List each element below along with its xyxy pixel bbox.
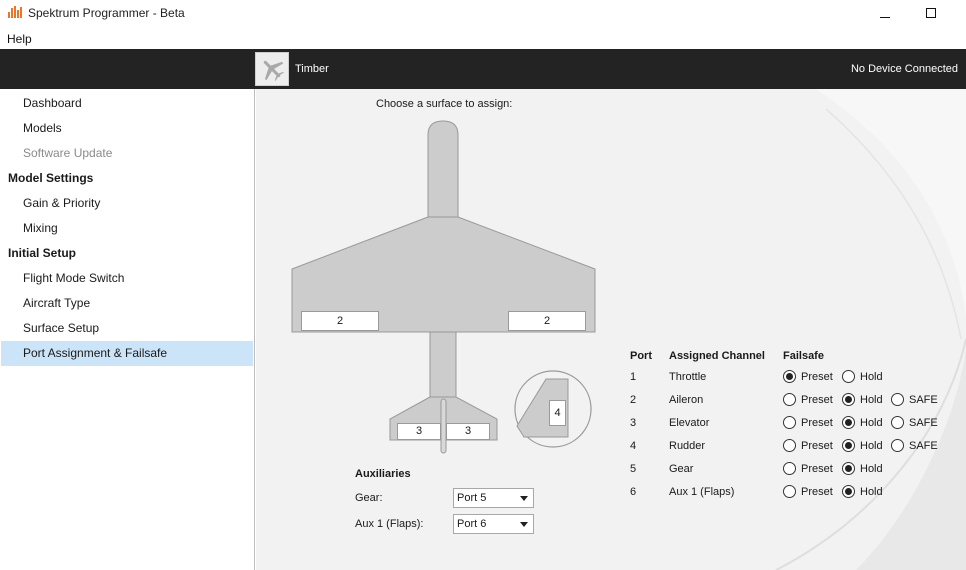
failsafe-safe-label: SAFE — [909, 394, 938, 406]
chevron-down-icon — [520, 522, 528, 527]
device-status: No Device Connected — [850, 63, 958, 75]
sidebar-item-port-assignment[interactable]: Port Assignment & Failsafe — [1, 341, 253, 366]
failsafe-hold-radio[interactable] — [842, 485, 855, 498]
airplane-diagram — [291, 120, 596, 454]
failsafe-preset-radio[interactable] — [783, 485, 796, 498]
port-number: 6 — [630, 486, 637, 498]
sidebar-nav: Dashboard Models Software Update Model S… — [0, 89, 255, 570]
failsafe-preset-radio[interactable] — [783, 393, 796, 406]
sidebar-item-mixing[interactable]: Mixing — [0, 216, 253, 241]
model-name: Timber — [295, 63, 329, 75]
port-number: 2 — [630, 394, 637, 406]
rudder-box[interactable]: 4 — [549, 400, 566, 426]
right-aileron-box[interactable]: 2 — [508, 311, 586, 331]
failsafe-preset-radio[interactable] — [783, 416, 796, 429]
assigned-channel: Gear — [669, 463, 694, 475]
aux-flaps-value: Port 6 — [457, 518, 487, 530]
sidebar-item-software-update: Software Update — [23, 146, 113, 160]
sidebar-item-dashboard[interactable]: Dashboard — [0, 91, 253, 116]
header-port: Port — [630, 350, 652, 362]
port-number: 3 — [630, 417, 637, 429]
port-number: 4 — [630, 440, 637, 452]
aux-flaps-label: Aux 1 (Flaps): — [355, 518, 424, 530]
failsafe-preset-label: Preset — [801, 394, 833, 406]
aux-gear-label: Gear: — [355, 492, 383, 504]
failsafe-safe-radio[interactable] — [891, 393, 904, 406]
left-aileron-box[interactable]: 2 — [301, 311, 379, 331]
title-bar: Spektrum Programmer - Beta — [0, 0, 966, 28]
failsafe-preset-radio[interactable] — [783, 439, 796, 452]
failsafe-hold-label: Hold — [860, 486, 883, 498]
failsafe-safe-label: SAFE — [909, 417, 938, 429]
failsafe-hold-label: Hold — [860, 463, 883, 475]
left-elevator-box[interactable]: 3 — [397, 423, 441, 440]
failsafe-hold-radio[interactable] — [842, 439, 855, 452]
failsafe-hold-label: Hold — [860, 394, 883, 406]
port-number: 5 — [630, 463, 637, 475]
main-panel: Choose a surface to assign: 2 2 3 3 4 Au… — [256, 89, 966, 570]
assigned-channel: Elevator — [669, 417, 710, 429]
menu-help[interactable]: Help — [7, 32, 32, 46]
aux-gear-value: Port 5 — [457, 492, 487, 504]
sidebar-item-surface-setup[interactable]: Surface Setup — [0, 316, 253, 341]
sidebar-section-model-settings: Model Settings — [8, 171, 94, 185]
right-elevator-box[interactable]: 3 — [446, 423, 490, 440]
header-assigned-channel: Assigned Channel — [669, 350, 765, 362]
failsafe-hold-radio[interactable] — [842, 462, 855, 475]
assigned-channel: Aileron — [669, 394, 704, 406]
fuselage — [427, 120, 459, 224]
spektrum-app-icon — [8, 6, 22, 18]
failsafe-preset-label: Preset — [801, 486, 833, 498]
failsafe-hold-radio[interactable] — [842, 393, 855, 406]
maximize-button[interactable] — [908, 0, 954, 28]
failsafe-safe-label: SAFE — [909, 440, 938, 452]
model-thumbnail[interactable] — [255, 52, 289, 86]
maximize-icon — [926, 8, 936, 18]
minimize-icon — [880, 17, 890, 18]
failsafe-preset-label: Preset — [801, 440, 833, 452]
model-header-bar: Timber No Device Connected — [0, 49, 966, 89]
assigned-channel: Aux 1 (Flaps) — [669, 486, 735, 498]
failsafe-preset-label: Preset — [801, 463, 833, 475]
sidebar-item-models[interactable]: Models — [0, 116, 253, 141]
aux-gear-select[interactable]: Port 5 — [453, 488, 534, 508]
chevron-down-icon — [520, 496, 528, 501]
failsafe-hold-label: Hold — [860, 417, 883, 429]
header-failsafe: Failsafe — [783, 350, 824, 362]
failsafe-preset-label: Preset — [801, 417, 833, 429]
assigned-channel: Throttle — [669, 371, 707, 383]
aux-flaps-select[interactable]: Port 6 — [453, 514, 534, 534]
failsafe-hold-radio[interactable] — [842, 370, 855, 383]
window-title: Spektrum Programmer - Beta — [28, 6, 185, 20]
sidebar-item-flight-mode-switch[interactable]: Flight Mode Switch — [0, 266, 253, 291]
airplane-icon — [263, 60, 285, 82]
port-number: 1 — [630, 371, 637, 383]
failsafe-safe-radio[interactable] — [891, 416, 904, 429]
minimize-button[interactable] — [862, 0, 908, 28]
sidebar-section-initial-setup: Initial Setup — [8, 246, 77, 260]
failsafe-preset-radio[interactable] — [783, 462, 796, 475]
menu-bar: Help — [0, 28, 966, 49]
failsafe-hold-radio[interactable] — [842, 416, 855, 429]
failsafe-preset-label: Preset — [801, 371, 833, 383]
auxiliaries-title: Auxiliaries — [355, 468, 411, 480]
failsafe-safe-radio[interactable] — [891, 439, 904, 452]
sidebar-item-gain-priority[interactable]: Gain & Priority — [0, 191, 253, 216]
failsafe-hold-label: Hold — [860, 371, 883, 383]
assigned-channel: Rudder — [669, 440, 706, 452]
sidebar-item-aircraft-type[interactable]: Aircraft Type — [0, 291, 253, 316]
failsafe-hold-label: Hold — [860, 440, 883, 452]
rear-fuselage — [429, 331, 457, 400]
failsafe-preset-radio[interactable] — [783, 370, 796, 383]
